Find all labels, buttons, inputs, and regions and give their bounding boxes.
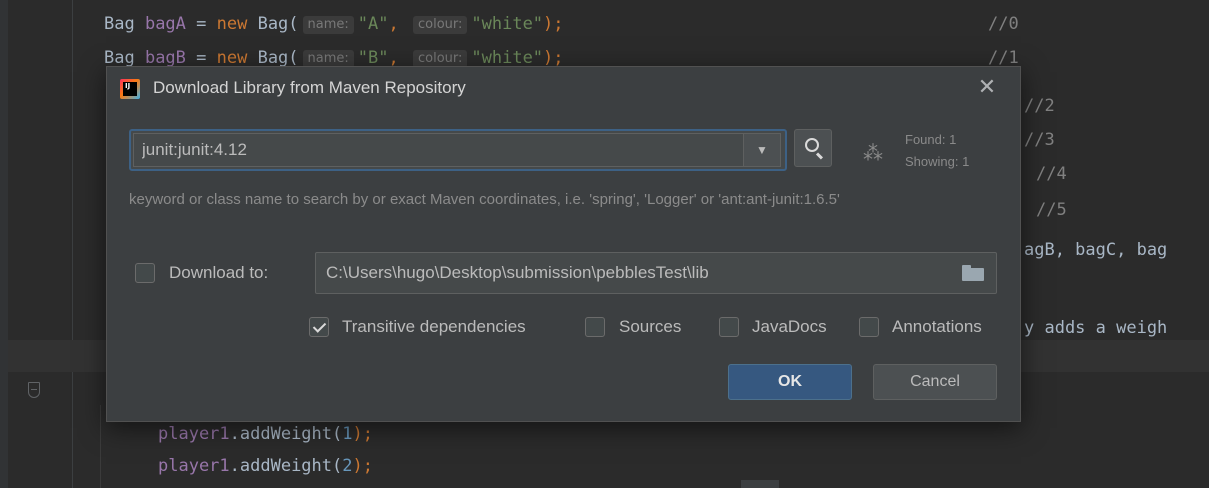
code-token: ); [543, 48, 564, 68]
cancel-button[interactable]: Cancel [873, 364, 997, 400]
line-comment: //2 [1024, 96, 1055, 116]
code-token: "white" [471, 48, 544, 68]
line-comment: //4 [1036, 164, 1067, 184]
indent-guide [100, 405, 101, 488]
code-token: bagB [144, 48, 186, 68]
chevron-down-icon[interactable]: ▼ [743, 133, 781, 167]
dialog-title-bar[interactable]: Download Library from Maven Repository ✕ [107, 67, 1020, 111]
code-token: Bag [104, 48, 145, 68]
code-token: .addWeight( [229, 424, 343, 444]
javadocs-checkbox[interactable] [719, 317, 739, 337]
sources-label: Sources [619, 317, 682, 336]
search-icon-handle [815, 152, 824, 160]
code-token: , [388, 14, 409, 34]
code-token: new [216, 48, 248, 68]
annotations-checkbox[interactable] [859, 317, 879, 337]
transitive-dependencies-label: Transitive dependencies [342, 317, 526, 336]
download-path-field [315, 252, 997, 294]
code-token: new [216, 14, 248, 34]
search-button[interactable] [794, 129, 832, 167]
line-comment: //1 [988, 48, 1019, 68]
showing-count: Showing: 1 [905, 154, 970, 169]
folder-icon[interactable] [962, 265, 984, 281]
code-token: Bag [104, 14, 145, 34]
gutter-divider [72, 0, 73, 488]
code-line: Bag bagA = new Bag(name: "A", colour: "whi… [104, 14, 564, 34]
download-path-input[interactable] [316, 253, 946, 293]
download-to-label: Download to: [169, 263, 269, 282]
found-count: Found: 1 [905, 132, 957, 147]
code-token: Bag( [247, 48, 299, 68]
code-token: = [185, 48, 217, 68]
code-token: player1 [158, 424, 230, 444]
fold-icon[interactable] [28, 382, 40, 398]
annotations-label: Annotations [892, 317, 982, 336]
code-token: ); [352, 456, 373, 476]
editor-gutter [0, 0, 8, 488]
search-icon [805, 138, 819, 152]
sources-checkbox[interactable] [585, 317, 605, 337]
code-line: Bag bagB = new Bag(name: "B", colour: "whi… [104, 48, 564, 68]
search-combobox: ▼ [129, 129, 787, 171]
code-token: ); [352, 424, 373, 444]
dialog-title: Download Library from Maven Repository [153, 78, 466, 97]
search-input[interactable] [133, 133, 743, 167]
line-comment: //3 [1024, 130, 1055, 150]
ok-button[interactable]: OK [728, 364, 852, 400]
code-token: , [388, 48, 409, 68]
close-icon[interactable]: ✕ [971, 73, 1003, 105]
scrollbar-thumb[interactable] [741, 480, 779, 488]
code-token: bagA [144, 14, 186, 34]
parameter-hint: name: [302, 16, 354, 34]
line-comment: //0 [988, 14, 1019, 34]
line-comment: //5 [1036, 200, 1067, 220]
code-token: ); [543, 14, 564, 34]
code-line: player1.addWeight(1); [158, 424, 373, 444]
code-token: 1 [342, 424, 353, 444]
code-line: player1.addWeight(2); [158, 456, 373, 476]
maven-download-dialog: Download Library from Maven Repository ✕… [106, 66, 1021, 422]
download-to-checkbox[interactable] [135, 263, 155, 283]
code-token: Bag( [247, 14, 299, 34]
transitive-dependencies-checkbox[interactable] [309, 317, 329, 337]
parameter-hint: colour: [412, 16, 468, 34]
code-token: player1 [158, 456, 230, 476]
code-token: "white" [471, 14, 544, 34]
code-token: = [185, 14, 217, 34]
code-fragment: y adds a weigh [1024, 318, 1168, 338]
javadocs-label: JavaDocs [752, 317, 827, 336]
loading-spinner-icon: ⁂ [863, 141, 883, 165]
code-token: 2 [342, 456, 353, 476]
intellij-logo-icon [120, 79, 140, 99]
code-token: .addWeight( [229, 456, 343, 476]
search-hint: keyword or class name to search by or ex… [129, 191, 840, 208]
code-token: "A" [357, 14, 389, 34]
code-fragment: agB, bagC, bag [1024, 240, 1168, 260]
code-token: "B" [357, 48, 389, 68]
